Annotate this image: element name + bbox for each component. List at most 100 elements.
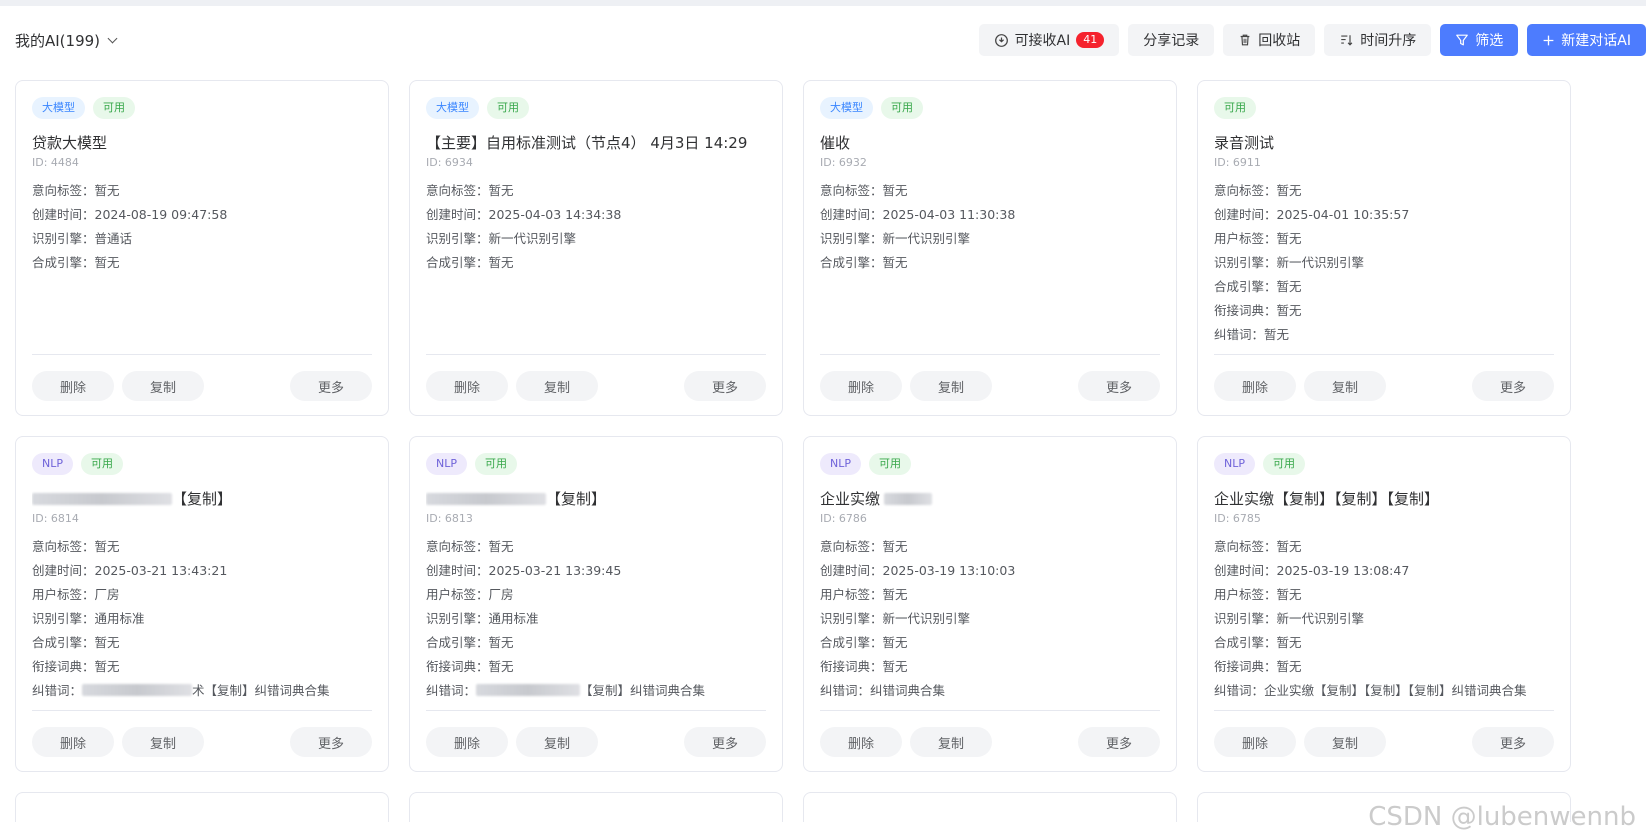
field-label: 衔接词典： — [1214, 659, 1277, 674]
delete-button[interactable]: 删除 — [426, 371, 508, 401]
ai-card[interactable]: 大模型 可用 贷款大模型 ID: 4484 意向标签：暂无 创建时间：2024-08-19… — [15, 80, 389, 416]
field-label: 意向标签： — [32, 539, 95, 554]
ai-card[interactable]: NLP 可用 企业实缴 ID: 6786 意向标签：暂无 创建时间：2025-03-19 … — [803, 436, 1177, 772]
copy-button[interactable]: 复制 — [910, 371, 992, 401]
card-title: 录音测试 — [1214, 132, 1554, 154]
status-tag: 可用 — [487, 97, 529, 119]
watermark: CSDN @lubenwennb — [1368, 802, 1636, 832]
ai-card[interactable]: 大模型 可用 催收 ID: 6932 意向标签：暂无 创建时间：2025-04-03 11… — [803, 80, 1177, 416]
more-button[interactable]: 更多 — [290, 727, 372, 757]
redacted-text — [82, 684, 193, 696]
field-label: 识别引擎： — [820, 611, 883, 626]
field-label: 识别引擎： — [426, 611, 489, 626]
field-label: 纠错词： — [32, 683, 83, 698]
card-tags: 可用 — [1214, 97, 1554, 119]
delete-button[interactable]: 删除 — [820, 727, 902, 757]
more-button[interactable]: 更多 — [1078, 727, 1160, 757]
card-id: ID: 6814 — [32, 512, 79, 525]
field-label: 用户标签： — [1214, 231, 1277, 246]
field-value: 暂无 — [1264, 327, 1290, 342]
field-label: 识别引擎： — [32, 231, 95, 246]
copy-button[interactable]: 复制 — [516, 727, 598, 757]
card-field: 创建时间：2025-04-03 11:30:38 — [820, 205, 1160, 229]
ai-card[interactable]: 可用 录音测试 ID: 6911 意向标签：暂无 创建时间：2025-04-01 10:… — [1197, 80, 1571, 416]
ai-card[interactable]: 大模型 可用 【主要】自用标准测试（节点4） 4月3日 14:29 ID: 6934 意… — [409, 80, 783, 416]
more-button[interactable]: 更多 — [1078, 371, 1160, 401]
ai-card[interactable]: NLP 可用 企业实缴【复制】【复制】【复制】 ID: 6785 意向标签：暂无 创建时间… — [1197, 436, 1571, 772]
card-field: 合成引擎：暂无 — [820, 253, 1160, 277]
share-records-button[interactable]: 分享记录 — [1128, 24, 1215, 56]
receivable-ai-button[interactable]: 可接收AI 41 — [978, 24, 1120, 56]
field-value: 暂无 — [94, 635, 120, 650]
status-tag: NLP — [426, 453, 467, 475]
ai-card-partial[interactable] — [409, 792, 783, 822]
field-label: 创建时间： — [426, 207, 489, 222]
copy-button[interactable]: 复制 — [1304, 371, 1386, 401]
card-fields: 意向标签：暂无 创建时间：2025-03-21 13:43:21 用户标签：厂房 识别… — [32, 537, 372, 705]
field-label: 意向标签： — [426, 539, 489, 554]
field-label: 衔接词典： — [820, 659, 883, 674]
field-value: 2025-03-19 13:08:47 — [1276, 563, 1410, 578]
field-label: 衔接词典： — [32, 659, 95, 674]
my-ai-dropdown[interactable]: 我的AI(199) — [15, 22, 118, 58]
copy-button[interactable]: 复制 — [910, 727, 992, 757]
field-label: 识别引擎： — [1214, 255, 1277, 270]
field-value: 新一代识别引擎 — [1276, 255, 1365, 270]
card-tags: NLP 可用 — [426, 453, 766, 475]
more-button[interactable]: 更多 — [684, 371, 766, 401]
ai-card-partial[interactable] — [15, 792, 389, 822]
field-value: 暂无 — [94, 255, 120, 270]
chevron-down-icon — [107, 33, 118, 43]
more-button[interactable]: 更多 — [684, 727, 766, 757]
delete-button[interactable]: 删除 — [820, 371, 902, 401]
recycle-bin-button[interactable]: 回收站 — [1223, 24, 1316, 56]
card-field: 创建时间：2025-03-21 13:43:21 — [32, 561, 372, 585]
field-label: 纠错词： — [820, 683, 871, 698]
status-tag: NLP — [32, 453, 73, 475]
top-strip — [0, 0, 1646, 6]
field-label: 创建时间： — [820, 563, 883, 578]
copy-button[interactable]: 复制 — [516, 371, 598, 401]
more-button[interactable]: 更多 — [290, 371, 372, 401]
card-field: 用户标签：暂无 — [1214, 229, 1554, 253]
card-field: 纠错词：暂无 — [1214, 325, 1554, 349]
field-label: 创建时间： — [1214, 207, 1277, 222]
card-field: 合成引擎：暂无 — [32, 633, 372, 657]
redacted-text — [476, 684, 581, 696]
copy-button[interactable]: 复制 — [122, 371, 204, 401]
delete-button[interactable]: 删除 — [1214, 371, 1296, 401]
sort-time-asc-button[interactable]: 时间升序 — [1324, 24, 1432, 56]
field-value: 暂无 — [488, 255, 514, 270]
delete-button[interactable]: 删除 — [1214, 727, 1296, 757]
ai-card-partial[interactable] — [803, 792, 1177, 822]
field-value: 暂无 — [488, 635, 514, 650]
delete-button[interactable]: 删除 — [32, 371, 114, 401]
more-button[interactable]: 更多 — [1472, 371, 1554, 401]
sort-icon — [1339, 33, 1354, 47]
card-title: 【主要】自用标准测试（节点4） 4月3日 14:29 — [426, 132, 766, 154]
filter-button[interactable]: 筛选 — [1440, 24, 1519, 56]
card-field: 创建时间：2025-04-03 14:34:38 — [426, 205, 766, 229]
status-tag: 可用 — [881, 97, 923, 119]
delete-button[interactable]: 删除 — [426, 727, 508, 757]
field-value: 【复制】纠错词典合集 — [580, 683, 706, 698]
ai-card[interactable]: NLP 可用 【复制】 ID: 6814 意向标签：暂无 创建时间：2025-03-21 … — [15, 436, 389, 772]
card-field: 识别引擎：新一代识别引擎 — [1214, 609, 1554, 633]
field-value: 暂无 — [94, 539, 120, 554]
status-tag: 大模型 — [426, 97, 479, 119]
more-button[interactable]: 更多 — [1472, 727, 1554, 757]
delete-button[interactable]: 删除 — [32, 727, 114, 757]
copy-button[interactable]: 复制 — [122, 727, 204, 757]
card-fields: 意向标签：暂无 创建时间：2025-04-01 10:35:57 用户标签：暂无 识别… — [1214, 181, 1554, 349]
new-dialog-ai-button[interactable]: 新建对话AI — [1527, 24, 1646, 56]
field-value: 通用标准 — [488, 611, 539, 626]
ai-card[interactable]: NLP 可用 【复制】 ID: 6813 意向标签：暂无 创建时间：2025-03-21 … — [409, 436, 783, 772]
card-actions: 删除 复制 更多 — [426, 727, 766, 757]
copy-button[interactable]: 复制 — [1304, 727, 1386, 757]
field-label: 创建时间： — [820, 207, 883, 222]
card-title: 企业实缴【复制】【复制】【复制】 — [1214, 488, 1554, 510]
field-label: 创建时间： — [1214, 563, 1277, 578]
card-id: ID: 6786 — [820, 512, 867, 525]
field-label: 创建时间： — [32, 563, 95, 578]
card-divider — [426, 354, 766, 355]
